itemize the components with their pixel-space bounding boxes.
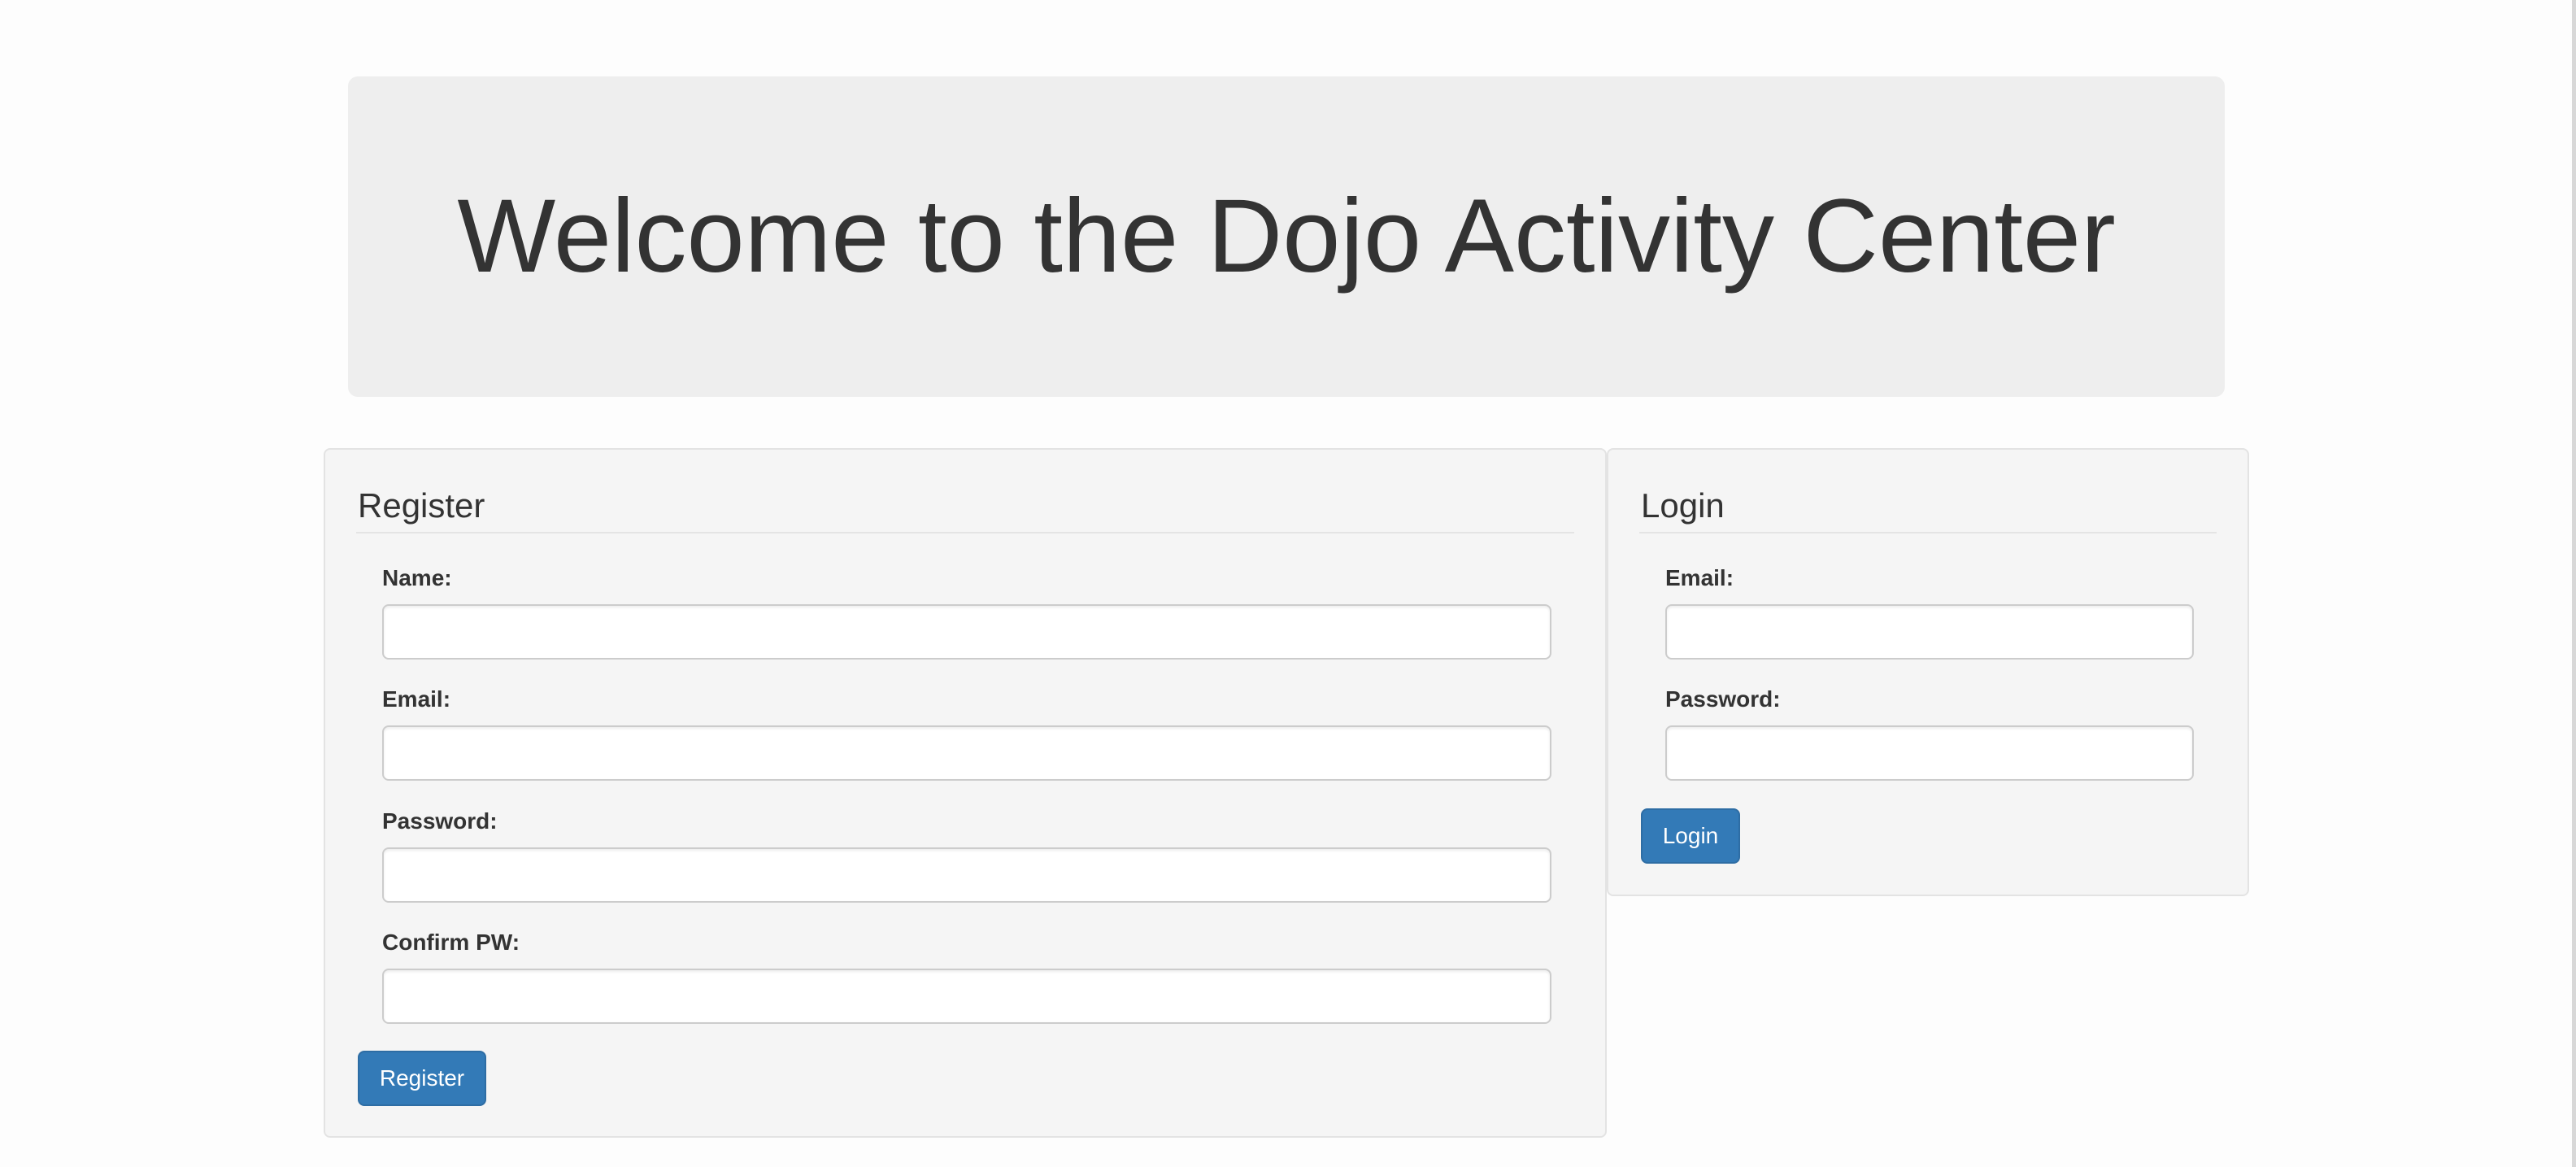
register-confirm-password-input[interactable]	[382, 969, 1551, 1024]
register-panel: Register Name: Email: Password: Confirm …	[324, 448, 1607, 1138]
register-name-input[interactable]	[382, 604, 1551, 660]
register-password-input[interactable]	[382, 847, 1551, 903]
login-password-label: Password:	[1665, 686, 1781, 712]
window-edge	[2572, 0, 2576, 1167]
login-panel: Login Email: Password: Login	[1607, 448, 2249, 896]
login-heading: Login	[1641, 486, 1725, 525]
login-password-input[interactable]	[1665, 725, 2194, 781]
register-button[interactable]: Register	[358, 1051, 486, 1106]
login-button[interactable]: Login	[1641, 808, 1740, 864]
login-email-input[interactable]	[1665, 604, 2194, 660]
register-email-input[interactable]	[382, 725, 1551, 781]
register-heading-divider	[356, 532, 1574, 533]
register-name-label: Name:	[382, 565, 452, 590]
login-heading-divider	[1639, 532, 2217, 533]
login-email-label: Email:	[1665, 565, 1734, 590]
register-email-label: Email:	[382, 686, 451, 712]
register-password-label: Password:	[382, 808, 498, 834]
register-heading: Register	[358, 486, 485, 525]
page-title: Welcome to the Dojo Activity Center	[457, 178, 2116, 294]
register-confirm-password-label: Confirm PW:	[382, 930, 520, 955]
welcome-banner: Welcome to the Dojo Activity Center	[348, 76, 2225, 397]
